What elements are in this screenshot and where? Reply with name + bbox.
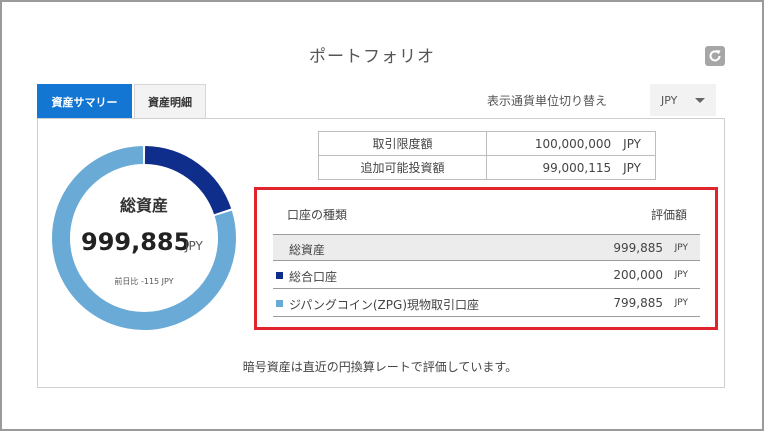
account-name: ジパングコイン(ZPG)現物取引口座 [289,298,480,312]
limit-value: 99,000,115 JPY [486,155,656,180]
table-row: 追加可能投資額 99,000,115 JPY [318,155,656,180]
currency-switch-label: 表示通貨単位切り替え [487,94,608,108]
page-title: ポートフォリオ [309,47,435,67]
tab-asset-details[interactable]: 資産明細 [134,84,206,119]
account-unit: JPY [674,270,688,280]
limits-table: 取引限度額 100,000,000 JPY 追加可能投資額 99,000,115… [318,131,656,180]
currency-select[interactable]: JPY [650,84,716,116]
account-unit: JPY [674,298,688,308]
chevron-down-icon [695,98,705,103]
account-amount: 799,885 [613,296,663,310]
valuation-footnote: 暗号資産は直近の円換算レートで評価しています。 [242,360,518,374]
total-assets-unit: JPY [185,239,203,253]
refresh-button[interactable] [705,46,725,66]
day-change: 前日比 -115 JPY [114,277,174,286]
donut-center: 総資産 999,885 JPY 前日比 -115 JPY [51,145,237,331]
limit-label: 追加可能投資額 [318,155,487,180]
account-name: 総資産 [289,243,326,257]
currency-select-value: JPY [661,93,678,107]
account-row-zpg: ジパングコイン(ZPG)現物取引口座 799,885 JPY [273,290,700,317]
table-row: 取引限度額 100,000,000 JPY [318,131,656,156]
limit-value: 100,000,000 JPY [486,131,656,156]
account-row-total: 総資産 999,885 JPY [273,234,700,261]
account-name: 総合口座 [289,270,338,284]
legend-swatch [276,300,283,307]
account-row-general: 総合口座 200,000 JPY [273,262,700,289]
legend-swatch [276,272,283,279]
total-assets-title: 総資産 [119,196,168,215]
tab-asset-summary[interactable]: 資産サマリー [37,84,132,119]
limit-label: 取引限度額 [318,131,487,156]
refresh-icon [709,50,721,62]
account-type-header: 口座の種類 [287,208,348,222]
account-unit: JPY [674,243,688,253]
total-assets-value: 999,885 [81,228,191,256]
account-amount: 200,000 [613,268,663,282]
account-amount: 999,885 [613,241,663,255]
valuation-header: 評価額 [651,208,688,222]
